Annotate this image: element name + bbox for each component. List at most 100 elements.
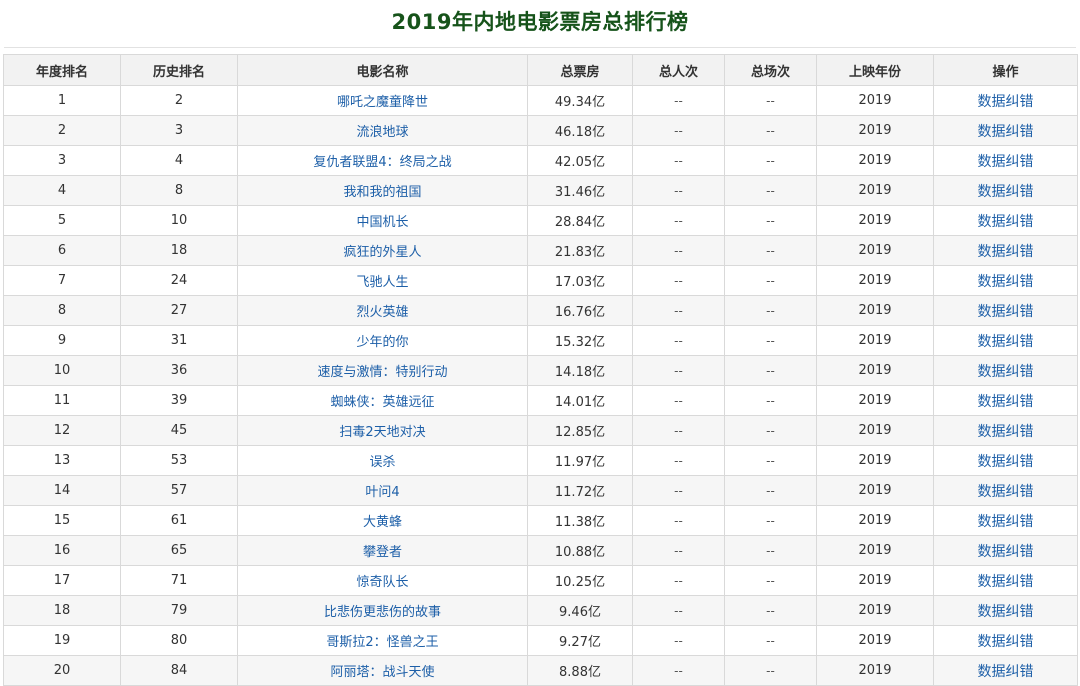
data-correction-link[interactable]: 数据纠错 — [978, 454, 1034, 470]
history-rank-cell: 2 — [120, 85, 238, 116]
history-rank-cell: 24 — [120, 265, 238, 296]
movie-link[interactable]: 误杀 — [369, 455, 395, 470]
data-correction-link[interactable]: 数据纠错 — [978, 544, 1034, 560]
movie-link[interactable]: 哪吒之魔童降世 — [337, 95, 428, 110]
movie-name-cell: 速度与激情：特别行动 — [237, 355, 528, 386]
data-correction-link[interactable]: 数据纠错 — [978, 634, 1034, 650]
admissions-cell: -- — [632, 535, 725, 566]
data-correction-link[interactable]: 数据纠错 — [978, 274, 1034, 290]
box-office-cell: 49.34亿 — [527, 85, 633, 116]
annual-rank-cell: 19 — [3, 625, 121, 656]
movie-link[interactable]: 攀登者 — [363, 545, 402, 560]
action-cell: 数据纠错 — [933, 325, 1078, 356]
movie-name-cell: 大黄蜂 — [237, 505, 528, 536]
movie-name-cell: 叶问4 — [237, 475, 528, 506]
annual-rank-cell: 16 — [3, 535, 121, 566]
action-cell: 数据纠错 — [933, 445, 1078, 476]
annual-rank-cell: 5 — [3, 205, 121, 236]
header-total-box-office: 总票房 — [527, 54, 633, 86]
movie-link[interactable]: 复仇者联盟4：终局之战 — [313, 155, 451, 170]
table-row: 12 45 扫毒2天地对决 12.85亿 -- -- 2019 数据纠错 — [3, 415, 1078, 446]
data-correction-link[interactable]: 数据纠错 — [978, 604, 1034, 620]
data-correction-link[interactable]: 数据纠错 — [978, 664, 1034, 680]
movie-link[interactable]: 蜘蛛侠：英雄远征 — [330, 395, 434, 410]
movie-name-cell: 复仇者联盟4：终局之战 — [237, 145, 528, 176]
release-year-cell: 2019 — [816, 655, 934, 686]
action-cell: 数据纠错 — [933, 385, 1078, 416]
table-row: 14 57 叶问4 11.72亿 -- -- 2019 数据纠错 — [3, 475, 1078, 506]
data-correction-link[interactable]: 数据纠错 — [978, 394, 1034, 410]
data-correction-link[interactable]: 数据纠错 — [978, 154, 1034, 170]
data-correction-link[interactable]: 数据纠错 — [978, 214, 1034, 230]
data-correction-link[interactable]: 数据纠错 — [978, 574, 1034, 590]
data-correction-link[interactable]: 数据纠错 — [978, 304, 1034, 320]
history-rank-cell: 57 — [120, 475, 238, 506]
admissions-cell: -- — [632, 235, 725, 266]
history-rank-cell: 18 — [120, 235, 238, 266]
action-cell: 数据纠错 — [933, 145, 1078, 176]
annual-rank-cell: 13 — [3, 445, 121, 476]
data-correction-link[interactable]: 数据纠错 — [978, 184, 1034, 200]
action-cell: 数据纠错 — [933, 475, 1078, 506]
movie-link[interactable]: 流浪地球 — [356, 125, 408, 140]
movie-link[interactable]: 烈火英雄 — [356, 305, 408, 320]
data-correction-link[interactable]: 数据纠错 — [978, 424, 1034, 440]
release-year-cell: 2019 — [816, 475, 934, 506]
action-cell: 数据纠错 — [933, 415, 1078, 446]
history-rank-cell: 71 — [120, 565, 238, 596]
screenings-cell: -- — [724, 145, 817, 176]
data-correction-link[interactable]: 数据纠错 — [978, 484, 1034, 500]
history-rank-cell: 3 — [120, 115, 238, 146]
table-body: 1 2 哪吒之魔童降世 49.34亿 -- -- 2019 数据纠错 2 3 流浪地球 46.18亿 -… — [3, 85, 1078, 686]
movie-name-cell: 比悲伤更悲伤的故事 — [237, 595, 528, 626]
movie-link[interactable]: 速度与激情：特别行动 — [317, 365, 447, 380]
box-office-table: 年度排名 历史排名 电影名称 总票房 总人次 总场次 上映年份 操作 1 2 哪吒之… — [3, 54, 1078, 686]
history-rank-cell: 8 — [120, 175, 238, 206]
annual-rank-cell: 4 — [3, 175, 121, 206]
table-row: 6 18 疯狂的外星人 21.83亿 -- -- 2019 数据纠错 — [3, 235, 1078, 266]
data-correction-link[interactable]: 数据纠错 — [978, 334, 1034, 350]
table-row: 10 36 速度与激情：特别行动 14.18亿 -- -- 2019 数据纠错 — [3, 355, 1078, 386]
movie-link[interactable]: 比悲伤更悲伤的故事 — [324, 605, 441, 620]
action-cell: 数据纠错 — [933, 355, 1078, 386]
admissions-cell: -- — [632, 475, 725, 506]
history-rank-cell: 79 — [120, 595, 238, 626]
table-row: 13 53 误杀 11.97亿 -- -- 2019 数据纠错 — [3, 445, 1078, 476]
movie-name-cell: 飞驰人生 — [237, 265, 528, 296]
table-row: 15 61 大黄蜂 11.38亿 -- -- 2019 数据纠错 — [3, 505, 1078, 536]
table-row: 7 24 飞驰人生 17.03亿 -- -- 2019 数据纠错 — [3, 265, 1078, 296]
movie-link[interactable]: 我和我的祖国 — [343, 185, 421, 200]
annual-rank-cell: 9 — [3, 325, 121, 356]
movie-link[interactable]: 惊奇队长 — [356, 575, 408, 590]
movie-link[interactable]: 叶问4 — [365, 485, 399, 500]
movie-link[interactable]: 飞驰人生 — [356, 275, 408, 290]
box-office-cell: 28.84亿 — [527, 205, 633, 236]
box-office-cell: 9.27亿 — [527, 625, 633, 656]
movie-link[interactable]: 大黄蜂 — [363, 515, 402, 530]
release-year-cell: 2019 — [816, 445, 934, 476]
data-correction-link[interactable]: 数据纠错 — [978, 514, 1034, 530]
movie-link[interactable]: 少年的你 — [356, 335, 408, 350]
header-release-year: 上映年份 — [816, 54, 934, 86]
release-year-cell: 2019 — [816, 355, 934, 386]
movie-link[interactable]: 中国机长 — [356, 215, 408, 230]
history-rank-cell: 45 — [120, 415, 238, 446]
movie-link[interactable]: 阿丽塔：战斗天使 — [330, 665, 434, 680]
movie-link[interactable]: 扫毒2天地对决 — [339, 425, 425, 440]
screenings-cell: -- — [724, 265, 817, 296]
annual-rank-cell: 18 — [3, 595, 121, 626]
annual-rank-cell: 2 — [3, 115, 121, 146]
data-correction-link[interactable]: 数据纠错 — [978, 364, 1034, 380]
box-office-cell: 15.32亿 — [527, 325, 633, 356]
movie-link[interactable]: 哥斯拉2：怪兽之王 — [326, 635, 438, 650]
data-correction-link[interactable]: 数据纠错 — [978, 94, 1034, 110]
data-correction-link[interactable]: 数据纠错 — [978, 244, 1034, 260]
table-row: 1 2 哪吒之魔童降世 49.34亿 -- -- 2019 数据纠错 — [3, 85, 1078, 116]
table-row: 3 4 复仇者联盟4：终局之战 42.05亿 -- -- 2019 数据纠错 — [3, 145, 1078, 176]
box-office-cell: 8.88亿 — [527, 655, 633, 686]
admissions-cell: -- — [632, 295, 725, 326]
data-correction-link[interactable]: 数据纠错 — [978, 124, 1034, 140]
movie-name-cell: 疯狂的外星人 — [237, 235, 528, 266]
movie-link[interactable]: 疯狂的外星人 — [343, 245, 421, 260]
box-office-cell: 9.46亿 — [527, 595, 633, 626]
